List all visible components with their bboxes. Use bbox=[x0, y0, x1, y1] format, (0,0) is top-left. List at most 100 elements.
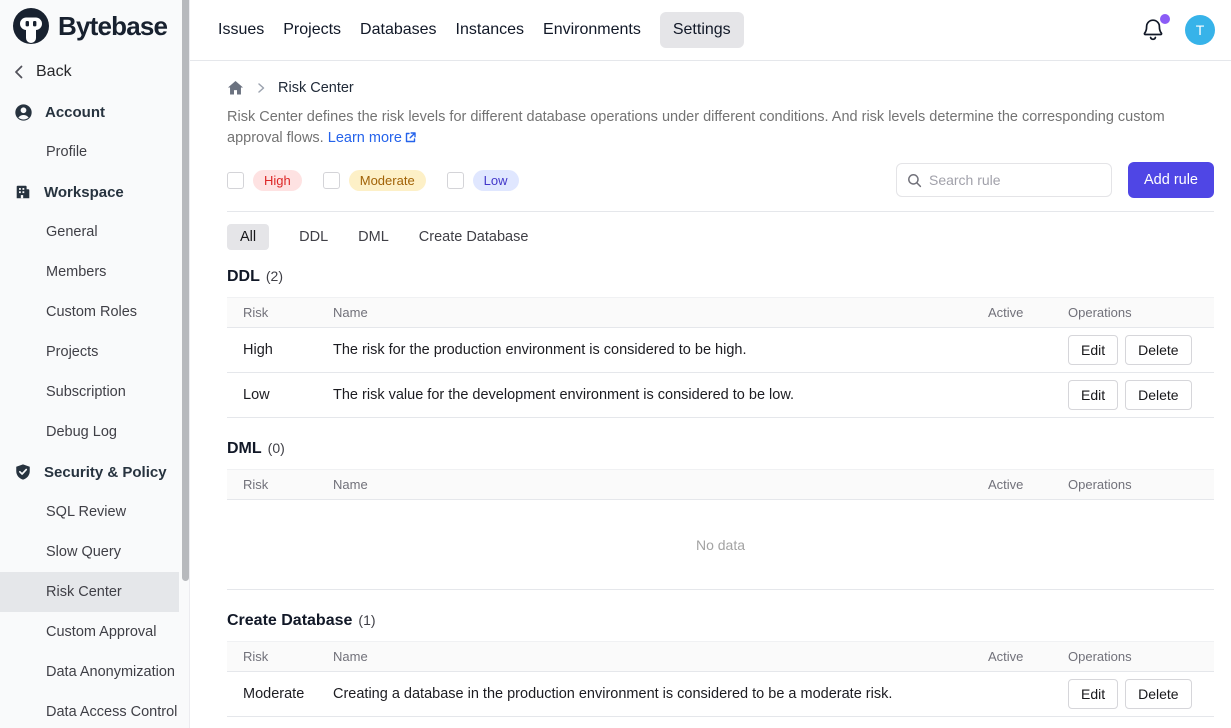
sidebar-item-subscription[interactable]: Subscription bbox=[0, 372, 189, 412]
back-chevron-icon bbox=[10, 63, 28, 81]
column-risk: Risk bbox=[243, 477, 333, 492]
tab-dml[interactable]: DML bbox=[358, 229, 389, 245]
sidebar-item-projects[interactable]: Projects bbox=[0, 332, 189, 372]
sidebar-item-general[interactable]: General bbox=[0, 212, 189, 252]
sidebar-section-label: Account bbox=[45, 104, 105, 121]
nav-item-instances[interactable]: Instances bbox=[456, 21, 524, 39]
delete-button[interactable]: Delete bbox=[1125, 679, 1191, 709]
column-operations: Operations bbox=[1068, 305, 1198, 320]
sidebar-section-workspace: Workspace bbox=[0, 172, 189, 212]
tab-create-database[interactable]: Create Database bbox=[419, 229, 529, 245]
edit-button[interactable]: Edit bbox=[1068, 335, 1118, 365]
column-name: Name bbox=[333, 477, 988, 492]
delete-button[interactable]: Delete bbox=[1125, 380, 1191, 410]
nav-item-projects[interactable]: Projects bbox=[283, 21, 341, 39]
avatar-initial: T bbox=[1196, 22, 1205, 38]
column-name: Name bbox=[333, 305, 988, 320]
sidebar-item-data-access-control[interactable]: Data Access Control bbox=[0, 692, 189, 728]
user-icon bbox=[14, 103, 33, 122]
table-header-row: Risk Name Active Operations bbox=[227, 469, 1214, 500]
column-risk: Risk bbox=[243, 305, 333, 320]
nav-item-databases[interactable]: Databases bbox=[360, 21, 437, 39]
sidebar-item-label: Debug Log bbox=[46, 424, 117, 440]
sidebar-section-label: Workspace bbox=[44, 184, 124, 201]
sidebar-item-label: Members bbox=[46, 264, 106, 280]
sidebar-item-profile[interactable]: Profile bbox=[0, 132, 189, 172]
search-rule-input[interactable] bbox=[929, 172, 1110, 188]
nav-item-settings[interactable]: Settings bbox=[660, 12, 744, 48]
sidebar-item-slow-query[interactable]: Slow Query bbox=[0, 532, 189, 572]
section-title: Create Database (1) bbox=[227, 612, 1214, 630]
create-database-rules-table: Risk Name Active Operations Moderate Cre… bbox=[227, 641, 1214, 717]
sidebar-scrollbar[interactable] bbox=[182, 0, 189, 581]
sidebar-item-sql-review[interactable]: SQL Review bbox=[0, 492, 189, 532]
row-operations: Edit Delete bbox=[1068, 335, 1198, 365]
toggle-knob bbox=[1006, 696, 1022, 712]
moderate-filter-checkbox[interactable] bbox=[323, 172, 340, 189]
dml-rules-table: Risk Name Active Operations No data bbox=[227, 469, 1214, 590]
column-active: Active bbox=[988, 649, 1068, 664]
section-name: DDL bbox=[227, 268, 260, 286]
learn-more-link[interactable]: Learn more bbox=[328, 130, 402, 146]
filter-group-low: Low bbox=[447, 170, 519, 191]
delete-button[interactable]: Delete bbox=[1125, 335, 1191, 365]
edit-button[interactable]: Edit bbox=[1068, 380, 1118, 410]
sidebar-item-label: Slow Query bbox=[46, 544, 121, 560]
edit-button[interactable]: Edit bbox=[1068, 679, 1118, 709]
app-window: Bytebase Back Account Profile bbox=[0, 0, 1231, 728]
settings-sidebar: Bytebase Back Account Profile bbox=[0, 0, 190, 728]
sidebar-item-debug-log[interactable]: Debug Log bbox=[0, 412, 189, 452]
row-risk: Moderate bbox=[243, 686, 333, 702]
section-title: DML (0) bbox=[227, 440, 1214, 458]
breadcrumb: Risk Center bbox=[227, 78, 1214, 98]
section-count: (2) bbox=[266, 268, 283, 284]
table-row: Low The risk value for the development e… bbox=[227, 373, 1214, 418]
row-name: The risk value for the development envir… bbox=[333, 387, 988, 403]
shield-icon bbox=[14, 463, 32, 481]
row-risk: High bbox=[243, 342, 333, 358]
notification-bell-icon[interactable] bbox=[1141, 17, 1167, 43]
row-name: Creating a database in the production en… bbox=[333, 686, 988, 702]
ddl-rules-table: Risk Name Active Operations High The ris… bbox=[227, 297, 1214, 418]
sidebar-item-custom-approval[interactable]: Custom Approval bbox=[0, 612, 189, 652]
sidebar-item-members[interactable]: Members bbox=[0, 252, 189, 292]
back-button[interactable]: Back bbox=[0, 52, 189, 92]
high-risk-badge: High bbox=[253, 170, 302, 191]
section-create-database: Create Database (1) Risk Name Active Ope… bbox=[227, 612, 1214, 717]
home-icon[interactable] bbox=[227, 80, 244, 96]
nav-item-environments[interactable]: Environments bbox=[543, 21, 641, 39]
filter-right-controls: Add rule bbox=[896, 162, 1214, 198]
row-name: The risk for the production environment … bbox=[333, 342, 988, 358]
table-header-row: Risk Name Active Operations bbox=[227, 641, 1214, 672]
filter-group-moderate: Moderate bbox=[323, 170, 426, 191]
tab-all[interactable]: All bbox=[227, 224, 269, 250]
sidebar-section-label: Security & Policy bbox=[44, 464, 167, 481]
breadcrumb-chevron-icon bbox=[255, 82, 267, 94]
sidebar-section-account: Account bbox=[0, 92, 189, 132]
brand-logo[interactable]: Bytebase bbox=[0, 0, 189, 52]
top-nav-tabs: Issues Projects Databases Instances Envi… bbox=[218, 12, 744, 48]
nav-item-issues[interactable]: Issues bbox=[218, 21, 264, 39]
high-filter-checkbox[interactable] bbox=[227, 172, 244, 189]
row-operations: Edit Delete bbox=[1068, 380, 1198, 410]
add-rule-button[interactable]: Add rule bbox=[1128, 162, 1214, 198]
tab-ddl[interactable]: DDL bbox=[299, 229, 328, 245]
sidebar-item-data-anonymization[interactable]: Data Anonymization bbox=[0, 652, 189, 692]
search-rule-box bbox=[896, 163, 1112, 197]
column-name: Name bbox=[333, 649, 988, 664]
sidebar-item-risk-center[interactable]: Risk Center bbox=[0, 572, 179, 612]
sidebar-item-custom-roles[interactable]: Custom Roles bbox=[0, 292, 189, 332]
back-label: Back bbox=[36, 63, 72, 81]
moderate-risk-badge: Moderate bbox=[349, 170, 426, 191]
low-filter-checkbox[interactable] bbox=[447, 172, 464, 189]
table-row: High The risk for the production environ… bbox=[227, 328, 1214, 373]
table-row: Moderate Creating a database in the prod… bbox=[227, 672, 1214, 717]
sidebar-item-label: Projects bbox=[46, 344, 98, 360]
top-navigation: Issues Projects Databases Instances Envi… bbox=[190, 0, 1231, 61]
section-count: (0) bbox=[268, 440, 285, 456]
row-operations: Edit Delete bbox=[1068, 679, 1198, 709]
avatar[interactable]: T bbox=[1185, 15, 1215, 45]
bytebase-logo-icon bbox=[12, 7, 50, 45]
no-data-placeholder: No data bbox=[227, 500, 1214, 590]
toggle-knob bbox=[1006, 352, 1022, 368]
